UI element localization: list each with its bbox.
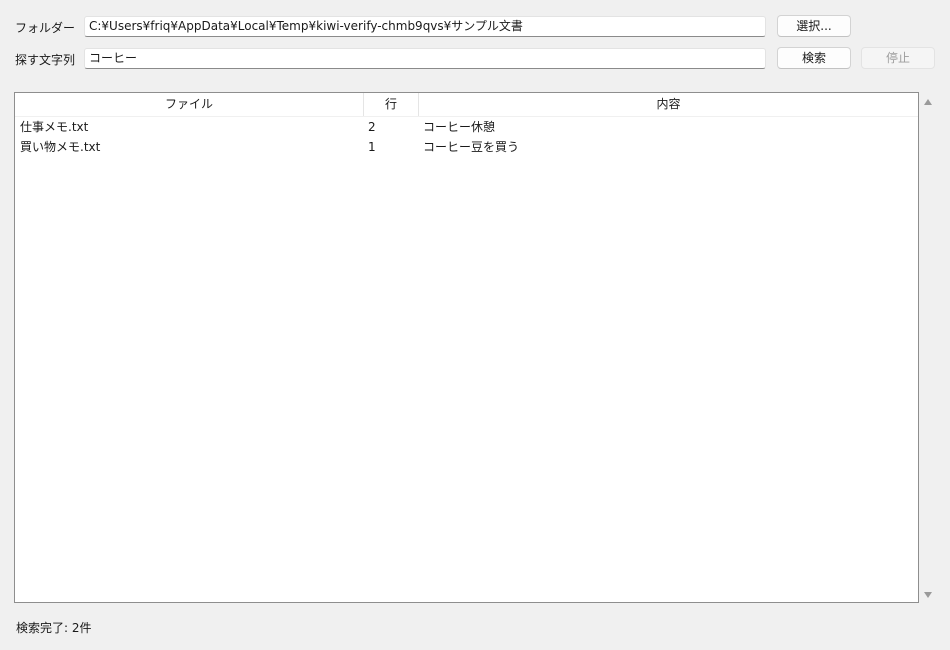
results-table[interactable]: ファイル 行 内容 仕事メモ.txt 2 コーヒー休憩 買い物メモ.txt 1 …: [14, 92, 919, 603]
scroll-up-icon[interactable]: [923, 96, 933, 106]
select-folder-button[interactable]: 選択...: [777, 15, 851, 37]
row-content: コーヒー休憩: [423, 120, 496, 134]
column-header-file[interactable]: ファイル: [15, 93, 364, 116]
row-line: 1: [368, 140, 376, 154]
folder-path-field[interactable]: C:¥Users¥friq¥AppData¥Local¥Temp¥kiwi-ve…: [84, 16, 766, 37]
folder-label: フォルダー: [15, 21, 76, 35]
row-file: 仕事メモ.txt: [20, 120, 89, 134]
search-label: 探す文字列: [15, 53, 76, 67]
scroll-down-icon[interactable]: [923, 589, 933, 599]
column-header-content[interactable]: 内容: [419, 93, 918, 116]
table-row[interactable]: 買い物メモ.txt 1 コーヒー豆を買う: [15, 137, 918, 157]
row-content: コーヒー豆を買う: [423, 140, 520, 154]
status-text: 検索完了: 2件: [16, 621, 92, 635]
table-row[interactable]: 仕事メモ.txt 2 コーヒー休憩: [15, 117, 918, 137]
search-button[interactable]: 検索: [777, 47, 851, 69]
row-line: 2: [368, 120, 376, 134]
stop-button[interactable]: 停止: [861, 47, 935, 69]
table-header: ファイル 行 内容: [15, 93, 918, 117]
row-file: 買い物メモ.txt: [20, 140, 101, 154]
column-header-line[interactable]: 行: [364, 93, 419, 116]
search-input[interactable]: コーヒー: [84, 48, 766, 69]
